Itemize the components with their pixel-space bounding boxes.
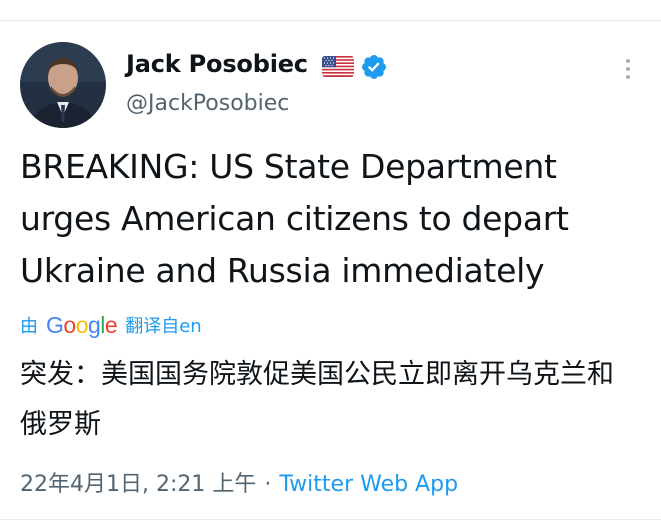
meta-separator: ·: [264, 472, 272, 497]
tweet-meta: 22年4月1日, 2:21 上午 · Twitter Web App: [20, 466, 458, 498]
avatar[interactable]: [20, 42, 106, 128]
author-display-name[interactable]: Jack Posobiec: [126, 50, 308, 78]
translated-text: 突发：美国国务院敦促美国公民立即离开乌克兰和俄罗斯: [20, 359, 614, 440]
author-handle[interactable]: @JackPosobiec: [126, 91, 289, 116]
translate-by-label: 由: [20, 316, 38, 337]
verified-badge-icon: [360, 53, 388, 81]
bottom-divider: [0, 519, 661, 520]
tweet-text: BREAKING: US State Department urges Amer…: [20, 147, 569, 290]
tweet-card: Jack Posobiec @JackPosobiec BREAKING: US…: [0, 0, 661, 525]
tweet-timestamp[interactable]: 22年4月1日, 2:21 上午: [20, 472, 256, 497]
translate-attribution[interactable]: 由 Google 翻译自en: [20, 309, 202, 341]
top-divider: [0, 20, 661, 21]
us-flag-icon: [322, 56, 354, 77]
more-options-icon[interactable]: [616, 56, 640, 82]
google-logo: Google: [46, 311, 118, 338]
tweet-source-app[interactable]: Twitter Web App: [279, 472, 458, 497]
translate-action-label: 翻译自en: [125, 316, 202, 337]
